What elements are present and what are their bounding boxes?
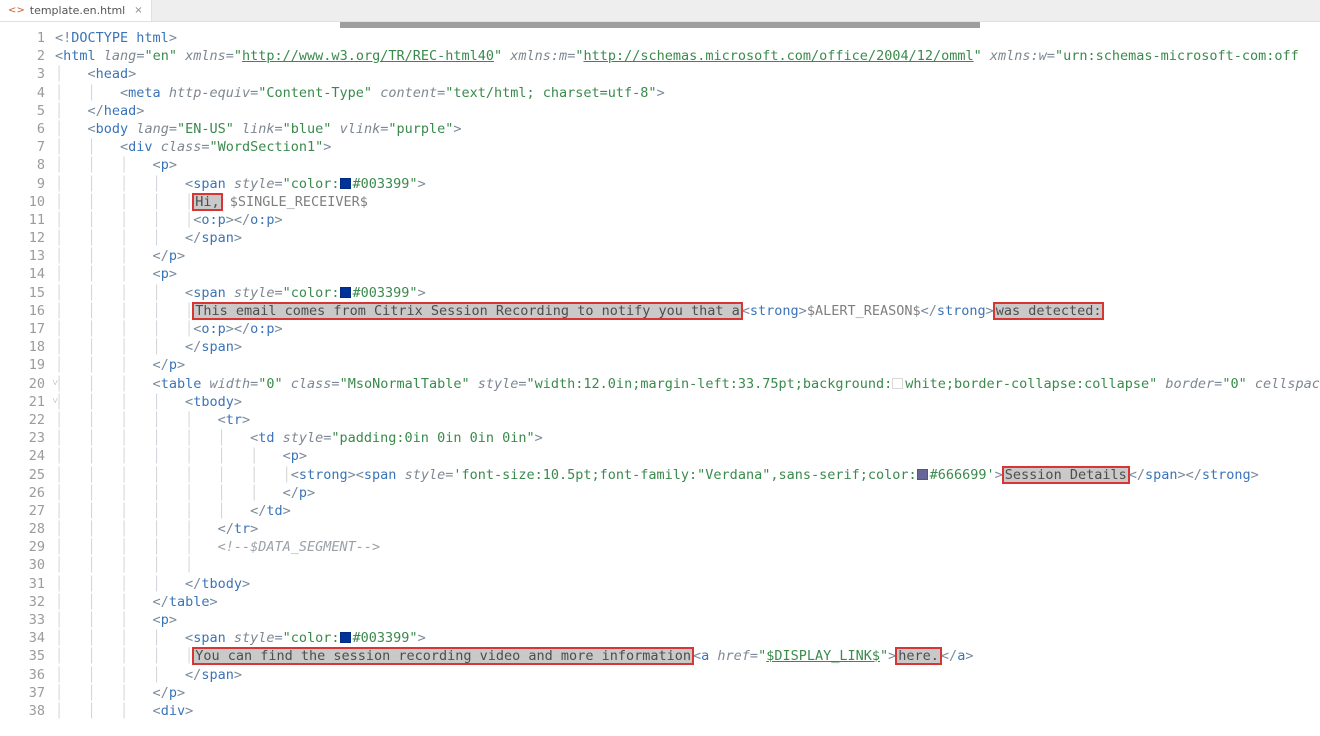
- code-line[interactable]: │ │ │ <table width="0" class="MsoNormalT…: [55, 375, 1320, 393]
- highlight-here: here.: [896, 648, 941, 664]
- code-line[interactable]: │ │ │ │ <tbody>: [55, 393, 1320, 411]
- html-file-icon: <>: [8, 5, 25, 16]
- code-line[interactable]: │ │ │ │ │Hi, $SINGLE_RECEIVER$: [55, 193, 1320, 211]
- line-number-gutter: 1234567891011121314151617181920212223242…: [0, 22, 55, 736]
- code-editor[interactable]: 1234567891011121314151617181920212223242…: [0, 22, 1320, 736]
- highlight-was-detected: was detected:: [994, 303, 1104, 319]
- code-line[interactable]: │ │ │ │ │ <tr>: [55, 411, 1320, 429]
- code-line[interactable]: │ │ │ <div>: [55, 702, 1320, 720]
- highlight-find-video: You can find the session recording video…: [193, 648, 693, 664]
- highlight-session-details: Session Details: [1003, 467, 1129, 483]
- code-line[interactable]: │ │ │ │ │ <!--$DATA_SEGMENT-->: [55, 538, 1320, 556]
- code-line[interactable]: │ │ <meta http-equiv="Content-Type" cont…: [55, 84, 1320, 102]
- code-line[interactable]: │ │ │ │ │ │ </td>: [55, 502, 1320, 520]
- code-line[interactable]: │ │ │ │ <span style="color:#003399">: [55, 629, 1320, 647]
- code-line[interactable]: │ │ │ │ <span style="color:#003399">: [55, 175, 1320, 193]
- code-line[interactable]: │ │ │ │ │ │ │ <p>: [55, 447, 1320, 465]
- code-line[interactable]: │ │ │ <p>: [55, 265, 1320, 283]
- code-line[interactable]: │ │ │ │ </tbody>: [55, 575, 1320, 593]
- code-line[interactable]: │ │ │ │ │ </tr>: [55, 520, 1320, 538]
- code-line[interactable]: │ │ │ </p>: [55, 684, 1320, 702]
- code-line[interactable]: │ </head>: [55, 102, 1320, 120]
- code-line[interactable]: │ │ <div class="WordSection1">: [55, 138, 1320, 156]
- tab-filename: template.en.html: [30, 4, 125, 17]
- code-line[interactable]: │ │ │ │ │<o:p></o:p>: [55, 320, 1320, 338]
- code-line[interactable]: │ │ │ <p>: [55, 156, 1320, 174]
- file-tab[interactable]: <> template.en.html ×: [0, 0, 152, 21]
- code-line[interactable]: │ │ │ │ │You can find the session record…: [55, 647, 1320, 665]
- minimap[interactable]: [340, 22, 980, 28]
- code-line[interactable]: <!DOCTYPE html>: [55, 29, 1320, 47]
- code-line[interactable]: │ │ │ │ </span>: [55, 338, 1320, 356]
- code-line[interactable]: │ <body lang="EN-US" link="blue" vlink="…: [55, 120, 1320, 138]
- code-line[interactable]: │ │ │ │ │ │ │ </p>: [55, 484, 1320, 502]
- code-line[interactable]: │ │ │ </p>: [55, 247, 1320, 265]
- code-area[interactable]: <!DOCTYPE html><html lang="en" xmlns="ht…: [55, 22, 1320, 736]
- code-line[interactable]: │ │ │ │ │This email comes from Citrix Se…: [55, 302, 1320, 320]
- highlight-hi: Hi,: [193, 194, 221, 210]
- code-line[interactable]: │ <head>: [55, 65, 1320, 83]
- code-line[interactable]: │ │ │ │ │ │ │ │<strong><span style='font…: [55, 466, 1320, 484]
- code-line[interactable]: │ │ │ │ </span>: [55, 229, 1320, 247]
- tab-bar: <> template.en.html ×: [0, 0, 1320, 22]
- code-line[interactable]: <html lang="en" xmlns="http://www.w3.org…: [55, 47, 1320, 65]
- code-line[interactable]: │ │ │ │ <span style="color:#003399">: [55, 284, 1320, 302]
- code-line[interactable]: │ │ │ </p>: [55, 356, 1320, 374]
- close-icon[interactable]: ×: [134, 5, 142, 16]
- code-line[interactable]: │ │ │ │ │: [55, 556, 1320, 574]
- code-line[interactable]: │ │ │ │ │ │ <td style="padding:0in 0in 0…: [55, 429, 1320, 447]
- highlight-email-intro: This email comes from Citrix Session Rec…: [193, 303, 742, 319]
- code-line[interactable]: │ │ │ │ </span>: [55, 666, 1320, 684]
- code-line[interactable]: │ │ │ </table>: [55, 593, 1320, 611]
- code-line[interactable]: │ │ │ │ │<o:p></o:p>: [55, 211, 1320, 229]
- code-line[interactable]: │ │ │ <p>: [55, 611, 1320, 629]
